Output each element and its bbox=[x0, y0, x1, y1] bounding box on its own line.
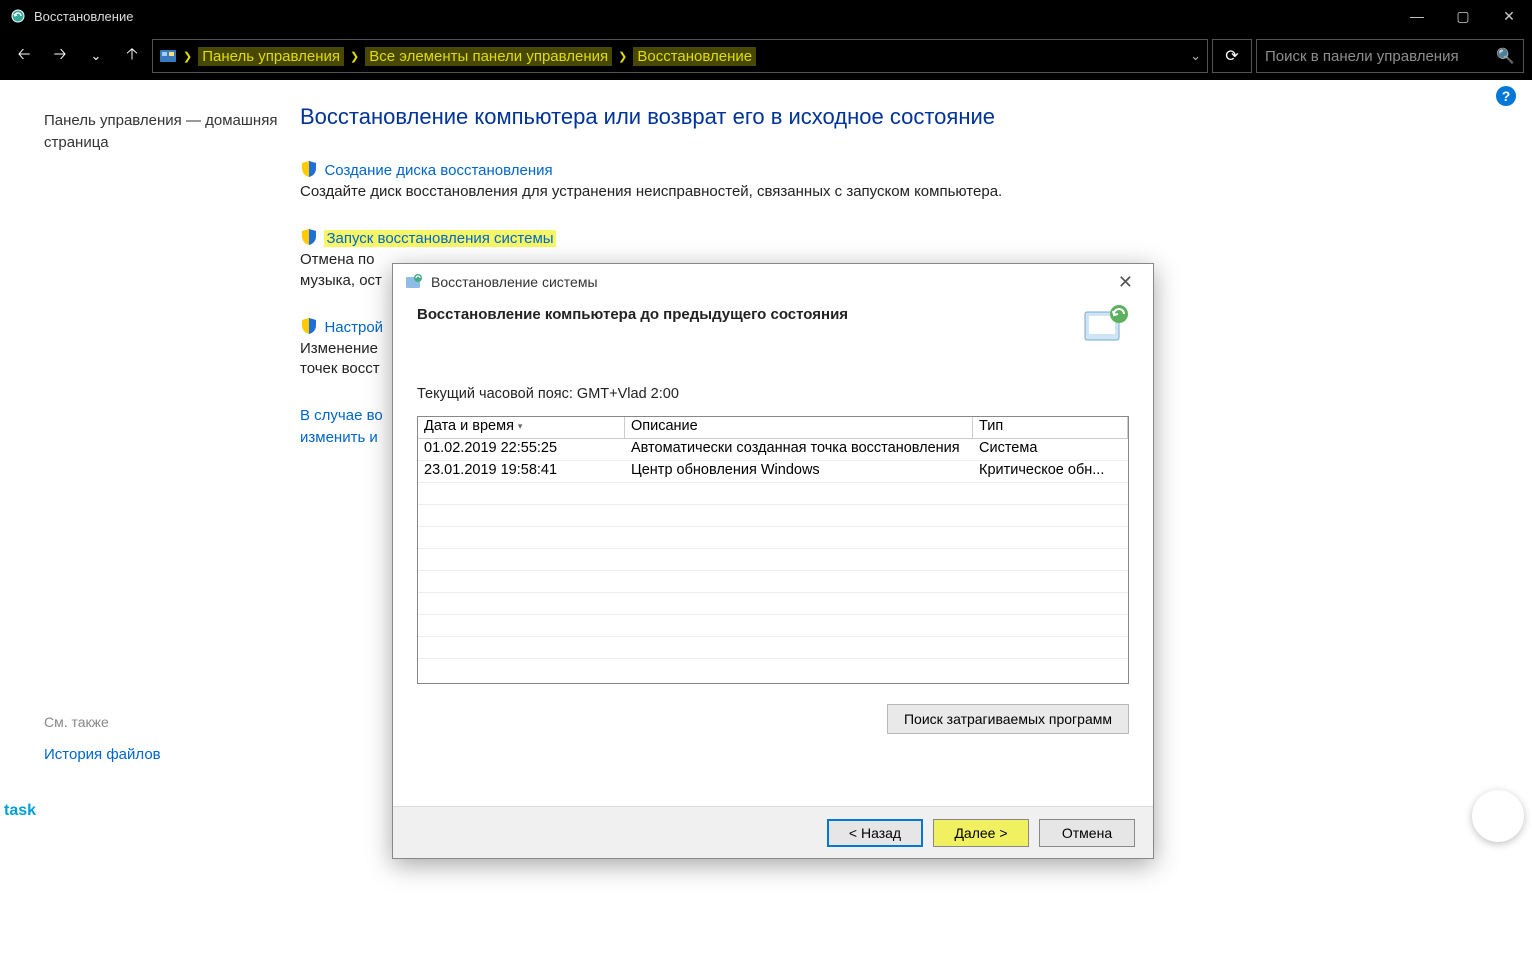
back-button[interactable]: < Назад bbox=[827, 819, 923, 847]
shield-icon bbox=[300, 317, 318, 335]
close-button[interactable]: ✕ bbox=[1486, 0, 1532, 32]
table-row[interactable] bbox=[418, 637, 1128, 659]
recent-icon[interactable]: ⌄ bbox=[80, 40, 112, 72]
see-also-label: См. также bbox=[44, 714, 282, 730]
cell-datetime: 23.01.2019 19:58:41 bbox=[418, 461, 625, 482]
table-row[interactable] bbox=[418, 571, 1128, 593]
cell-type: Критическое обн... bbox=[973, 461, 1128, 482]
configure-restore-link[interactable]: Настрой bbox=[324, 319, 383, 336]
desc-fragment: Отмена по bbox=[300, 251, 374, 268]
breadcrumb-item[interactable]: Все элементы панели управления bbox=[365, 47, 612, 66]
shield-icon bbox=[300, 160, 318, 178]
next-button[interactable]: Далее > bbox=[933, 819, 1029, 847]
desc-fragment: точек восст bbox=[300, 360, 380, 377]
breadcrumb-item[interactable]: Восстановление bbox=[633, 47, 756, 66]
table-row[interactable] bbox=[418, 659, 1128, 681]
floating-button[interactable] bbox=[1472, 790, 1524, 842]
system-restore-dialog: Восстановление системы ✕ Восстановление … bbox=[392, 263, 1154, 859]
desc-fragment: Изменение bbox=[300, 340, 378, 357]
table-row[interactable]: 23.01.2019 19:58:41 Центр обновления Win… bbox=[418, 461, 1128, 483]
create-recovery-disk-link[interactable]: Создание диска восстановления bbox=[324, 162, 552, 179]
cancel-button[interactable]: Отмена bbox=[1039, 819, 1135, 847]
cell-desc: Автоматически созданная точка восстановл… bbox=[625, 439, 973, 460]
search-icon: 🔍 bbox=[1496, 47, 1515, 65]
timezone-label: Текущий часовой пояс: GMT+Vlad 2:00 bbox=[417, 386, 1129, 402]
cell-datetime: 01.02.2019 22:55:25 bbox=[418, 439, 625, 460]
cell-desc: Центр обновления Windows bbox=[625, 461, 973, 482]
search-placeholder: Поиск в панели управления bbox=[1265, 48, 1459, 65]
file-history-link[interactable]: История файлов bbox=[44, 746, 282, 763]
table-header: Дата и время▾ Описание Тип bbox=[418, 417, 1128, 439]
desc-fragment: музыка, ост bbox=[300, 272, 382, 289]
dialog-title: Восстановление системы bbox=[431, 274, 598, 290]
cell-type: Система bbox=[973, 439, 1128, 460]
restore-points-table[interactable]: Дата и время▾ Описание Тип 01.02.2019 22… bbox=[417, 416, 1129, 684]
table-row[interactable]: 01.02.2019 22:55:25 Автоматически создан… bbox=[418, 439, 1128, 461]
table-row[interactable] bbox=[418, 549, 1128, 571]
search-input[interactable]: Поиск в панели управления 🔍 bbox=[1256, 39, 1524, 73]
sidebar: Панель управления — домашняя страница См… bbox=[0, 80, 300, 980]
sort-desc-icon: ▾ bbox=[518, 421, 523, 431]
link-fragment: изменить и bbox=[300, 429, 378, 446]
link-fragment: В случае во bbox=[300, 407, 383, 424]
dialog-close-button[interactable]: ✕ bbox=[1110, 268, 1141, 297]
col-type[interactable]: Тип bbox=[973, 417, 1128, 438]
task-label: task bbox=[0, 802, 36, 820]
table-row[interactable] bbox=[418, 505, 1128, 527]
window-title: Восстановление bbox=[34, 9, 133, 24]
table-row[interactable] bbox=[418, 527, 1128, 549]
breadcrumb[interactable]: ❯ Панель управления ❯ Все элементы панел… bbox=[152, 39, 1208, 73]
window-titlebar: Восстановление — ▢ ✕ bbox=[0, 0, 1532, 32]
forward-icon[interactable]: 🡢 bbox=[44, 40, 76, 72]
control-panel-icon bbox=[159, 47, 177, 65]
restore-large-icon bbox=[1083, 304, 1129, 346]
help-icon[interactable]: ? bbox=[1496, 86, 1516, 106]
dialog-titlebar: Восстановление системы ✕ bbox=[393, 264, 1153, 300]
option-desc: Создайте диск восстановления для устране… bbox=[300, 182, 1492, 202]
back-icon[interactable]: 🡠 bbox=[8, 40, 40, 72]
maximize-button[interactable]: ▢ bbox=[1440, 0, 1486, 32]
control-panel-home-link[interactable]: Панель управления — домашняя страница bbox=[44, 110, 282, 154]
dialog-heading: Восстановление компьютера до предыдущего… bbox=[417, 304, 848, 323]
chevron-down-icon[interactable]: ⌄ bbox=[1190, 48, 1201, 64]
dialog-footer: < Назад Далее > Отмена bbox=[393, 806, 1153, 858]
recovery-option: Создание диска восстановления Создайте д… bbox=[300, 160, 1492, 202]
restore-icon bbox=[405, 273, 423, 291]
nav-bar: 🡠 🡢 ⌄ 🡡 ❯ Панель управления ❯ Все элемен… bbox=[0, 32, 1532, 80]
up-icon[interactable]: 🡡 bbox=[116, 40, 148, 72]
col-description[interactable]: Описание bbox=[625, 417, 973, 438]
chevron-right-icon: ❯ bbox=[618, 50, 627, 63]
affected-programs-button[interactable]: Поиск затрагиваемых программ bbox=[887, 704, 1129, 734]
breadcrumb-item[interactable]: Панель управления bbox=[198, 47, 344, 66]
minimize-button[interactable]: — bbox=[1394, 0, 1440, 32]
table-row[interactable] bbox=[418, 593, 1128, 615]
start-system-restore-link[interactable]: Запуск восстановления системы bbox=[324, 230, 555, 247]
chevron-right-icon: ❯ bbox=[350, 50, 359, 63]
col-datetime[interactable]: Дата и время▾ bbox=[418, 417, 625, 438]
refresh-button[interactable]: ⟳ bbox=[1212, 39, 1252, 73]
app-icon bbox=[10, 8, 26, 24]
page-title: Восстановление компьютера или возврат ег… bbox=[300, 104, 1492, 130]
chevron-right-icon: ❯ bbox=[183, 50, 192, 63]
shield-icon bbox=[300, 228, 318, 246]
table-row[interactable] bbox=[418, 483, 1128, 505]
table-row[interactable] bbox=[418, 615, 1128, 637]
